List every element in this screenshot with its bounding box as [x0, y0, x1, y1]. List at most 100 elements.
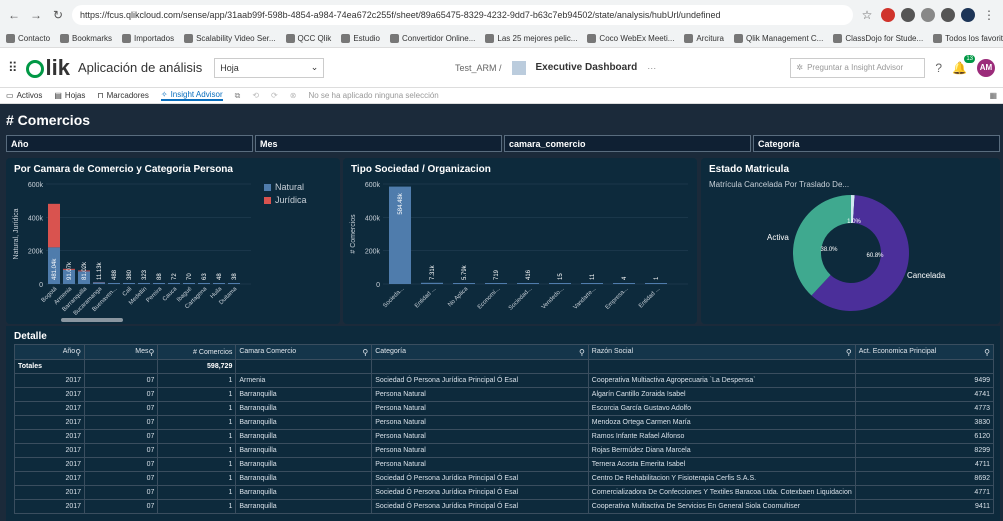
- bar[interactable]: [485, 283, 507, 284]
- table-row[interactable]: 2017 07 1 Barranquilla Sociedad Ó Persona Ju…: [13, 485, 995, 500]
- bar[interactable]: [517, 283, 539, 284]
- search-icon[interactable]: ⚲: [362, 348, 368, 357]
- column-header[interactable]: Año ⚲: [13, 344, 86, 360]
- dashboard-title[interactable]: Executive Dashboard: [536, 62, 638, 73]
- forward-icon[interactable]: →: [28, 7, 44, 23]
- table-row[interactable]: 2017 07 1 Armenia Sociedad Ó Persona Jurídic…: [13, 373, 995, 388]
- bar-value-label: 4: [622, 276, 628, 280]
- bar-natural[interactable]: [138, 283, 150, 284]
- tab-insight-advisor[interactable]: ✧ Insight Advisor: [160, 90, 223, 101]
- search-icon[interactable]: ⚲: [846, 348, 852, 357]
- puzzle-icon[interactable]: [941, 8, 955, 22]
- bar[interactable]: [613, 283, 635, 284]
- extension-icon[interactable]: [901, 8, 915, 22]
- detail-table[interactable]: Año ⚲ Mes ⚲ # Comercios Camara Comercio ⚲ Categ…: [13, 344, 995, 514]
- help-icon[interactable]: ?: [935, 61, 942, 75]
- table-row[interactable]: 2017 07 1 Barranquilla Persona Natural Ramos …: [13, 429, 995, 444]
- search-icon[interactable]: ⚲: [579, 348, 585, 357]
- menu-grid-icon[interactable]: ⠿: [8, 60, 18, 76]
- chart-tipo-sociedad-panel[interactable]: Tipo Sociedad / Organizacion 0 200k 400k 60…: [343, 158, 697, 324]
- filter-ano[interactable]: Año: [6, 135, 253, 152]
- bar-juridica[interactable]: [48, 203, 60, 248]
- bar[interactable]: [645, 283, 667, 284]
- bar[interactable]: [581, 283, 603, 284]
- filter-camara-comercio[interactable]: camara_comercio: [504, 135, 751, 152]
- extension-icon[interactable]: [881, 8, 895, 22]
- column-header[interactable]: Categoría ⚲: [371, 344, 589, 360]
- bar-natural[interactable]: [183, 283, 195, 284]
- bookmark-item[interactable]: Todos los favoritos: [933, 34, 1003, 43]
- bar-natural[interactable]: [93, 282, 105, 284]
- step-forward-icon[interactable]: ⟳: [271, 91, 278, 100]
- tab-hojas[interactable]: ▤ Hojas: [54, 91, 85, 100]
- table-row[interactable]: 2017 07 1 Barranquilla Persona Natural Algarí…: [13, 387, 995, 402]
- bar-natural[interactable]: [228, 283, 240, 284]
- bar-natural[interactable]: [108, 283, 120, 284]
- bookmark-item[interactable]: Coco WebEx Meeti...: [587, 34, 674, 43]
- bar[interactable]: [453, 283, 475, 284]
- bar-chart-tipo[interactable]: 0 200k 400k 600k # Comercios 584.48k Socieda..…: [343, 158, 697, 324]
- tab-marcadores[interactable]: ⊓ Marcadores: [97, 91, 149, 100]
- address-bar[interactable]: https://fcus.qlikcloud.com/sense/app/31a…: [72, 5, 853, 25]
- more-icon[interactable]: ···: [647, 63, 656, 73]
- extension-icon[interactable]: [921, 8, 935, 22]
- filter-categoria[interactable]: Categoría: [753, 135, 1000, 152]
- table-row[interactable]: 2017 07 1 Barranquilla Sociedad Ó Persona Ju…: [13, 471, 995, 486]
- grid-view-icon[interactable]: ▦: [989, 91, 997, 100]
- qlik-logo[interactable]: lik: [25, 55, 70, 81]
- app-title: Aplicación de análisis: [78, 60, 203, 75]
- bar-natural[interactable]: [168, 283, 180, 284]
- step-back-icon[interactable]: ⟲: [252, 91, 259, 100]
- filter-mes[interactable]: Mes: [255, 135, 502, 152]
- bookmark-item[interactable]: ClassDojo for Stude...: [833, 34, 923, 43]
- pie-slice[interactable]: [793, 195, 851, 296]
- bar-natural[interactable]: [198, 283, 210, 284]
- menu-icon[interactable]: ⋮: [981, 7, 997, 23]
- avatar[interactable]: AM: [977, 58, 995, 77]
- notification-icon[interactable]: 🔔 13: [952, 54, 975, 75]
- star-icon[interactable]: ☆: [859, 7, 875, 23]
- bar-natural[interactable]: [153, 283, 165, 284]
- profile-icon[interactable]: [961, 8, 975, 22]
- bookmark-item[interactable]: Bookmarks: [60, 34, 112, 43]
- column-header[interactable]: # Comercios: [157, 344, 237, 360]
- scrollbar[interactable]: [61, 318, 123, 322]
- bookmark-item[interactable]: Qlik Management C...: [733, 34, 823, 43]
- bookmark-item[interactable]: QCC Qlik: [285, 34, 331, 43]
- bookmark-item[interactable]: Scalability Video Ser...: [184, 34, 276, 43]
- bar-natural[interactable]: [123, 283, 135, 284]
- selection-tool-icon[interactable]: ⧉: [235, 91, 241, 101]
- column-header[interactable]: Camara Comercio ⚲: [235, 344, 373, 360]
- search-icon[interactable]: ⚲: [75, 348, 81, 357]
- table-row[interactable]: 2017 07 1 Barranquilla Persona Natural Escorc…: [13, 401, 995, 416]
- donut-chart-estado[interactable]: 60.8% 38.0% 1.0% Cancelada Activa: [701, 158, 1000, 324]
- chart-estado-panel[interactable]: Estado Matricula Matrícula Cancelada Por…: [701, 158, 1000, 324]
- back-icon[interactable]: ←: [6, 7, 22, 23]
- bookmark-item[interactable]: Convertidor Online...: [390, 34, 475, 43]
- bookmark-item[interactable]: Contacto: [6, 34, 50, 43]
- breadcrumb[interactable]: Test_ARM /: [455, 63, 502, 73]
- search-icon[interactable]: ⚲: [149, 348, 155, 357]
- clear-selections-icon[interactable]: ⊗: [290, 91, 297, 100]
- bar[interactable]: [549, 283, 571, 284]
- column-header[interactable]: Act. Economica Principal ⚲: [854, 344, 995, 360]
- reload-icon[interactable]: ↻: [50, 7, 66, 23]
- bookmark-item[interactable]: Arcitura: [684, 34, 724, 43]
- table-row[interactable]: 2017 07 1 Barranquilla Sociedad Ó Persona Ju…: [13, 499, 995, 514]
- ask-insight-input[interactable]: ✲ Preguntar a Insight Advisor: [790, 57, 926, 78]
- table-row[interactable]: 2017 07 1 Barranquilla Persona Natural Mendoz…: [13, 415, 995, 430]
- tab-activos[interactable]: ▭ Activos: [6, 91, 42, 100]
- bar[interactable]: [421, 282, 443, 284]
- table-cell: Persona Natural: [371, 415, 589, 430]
- chart-camara-panel[interactable]: Por Camara de Comercio y Categoria Perso…: [6, 158, 340, 324]
- search-icon[interactable]: ⚲: [984, 348, 990, 357]
- sheet-select[interactable]: Hoja ⌄: [214, 57, 325, 78]
- table-row[interactable]: 2017 07 1 Barranquilla Persona Natural Terner…: [13, 457, 995, 472]
- bookmark-item[interactable]: Importados: [122, 34, 174, 43]
- table-row[interactable]: 2017 07 1 Barranquilla Persona Natural Rojas …: [13, 443, 995, 458]
- bookmark-item[interactable]: Las 25 mejores pelic...: [485, 34, 577, 43]
- column-header[interactable]: Razón Social ⚲: [587, 344, 856, 360]
- bookmark-item[interactable]: Estudio: [341, 34, 380, 43]
- bar-natural[interactable]: [213, 283, 225, 284]
- column-header[interactable]: Mes ⚲: [84, 344, 159, 360]
